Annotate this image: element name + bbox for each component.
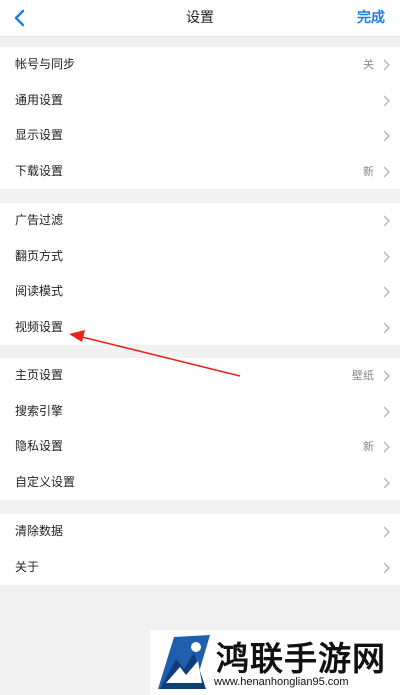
chevron-right-icon [383, 215, 390, 227]
chevron-right-icon [383, 322, 390, 333]
navigation-bar: 设置 完成 [0, 0, 400, 37]
row-label: 自定义设置 [15, 474, 76, 489]
row-label: 隐私设置 [15, 439, 64, 453]
settings-row-homepage[interactable]: 主页设置 壁纸 [0, 358, 400, 394]
settings-row-clear-data[interactable]: 清除数据 [0, 514, 400, 550]
row-value: 壁纸 [352, 369, 374, 382]
settings-row-page-turn[interactable]: 翻页方式 [0, 239, 400, 275]
settings-row-ad-filter[interactable]: 广告过滤 [0, 203, 400, 239]
row-label: 关于 [15, 559, 40, 574]
row-label: 阅读模式 [15, 284, 64, 298]
chevron-right-icon [383, 477, 390, 488]
row-label: 下载设置 [15, 163, 64, 178]
page-title: 设置 [186, 10, 214, 26]
settings-row-privacy[interactable]: 隐私设置 新 [0, 429, 400, 465]
settings-row-display[interactable]: 显示设置 [0, 118, 400, 154]
row-label: 翻页方式 [15, 248, 64, 263]
row-value: 新 [363, 440, 374, 453]
settings-group-2: 广告过滤 翻页方式 阅读模式 视频设置 [0, 203, 400, 345]
row-label: 清除数据 [15, 524, 64, 538]
settings-row-video[interactable]: 视频设置 [0, 310, 400, 346]
row-value: 新 [363, 164, 374, 178]
chevron-right-icon [383, 95, 390, 106]
chevron-right-icon [383, 286, 390, 298]
chevron-right-icon [383, 562, 390, 573]
row-label: 帐号与同步 [15, 57, 76, 71]
chevron-right-icon [383, 370, 390, 382]
row-label: 主页设置 [15, 368, 64, 382]
watermark-domain: www.henanhonglian95.com [214, 676, 349, 688]
row-label: 广告过滤 [15, 213, 64, 227]
settings-row-about[interactable]: 关于 [0, 550, 400, 586]
chevron-right-icon [383, 166, 390, 177]
watermark-name: 鸿联手游网 [216, 639, 386, 678]
watermark: 鸿联手游网 www.henanhonglian95.com [150, 630, 400, 695]
chevron-right-icon [383, 406, 390, 417]
settings-row-reading-mode[interactable]: 阅读模式 [0, 274, 400, 310]
settings-row-custom[interactable]: 自定义设置 [0, 465, 400, 501]
row-label: 视频设置 [15, 319, 64, 334]
done-button[interactable]: 完成 [357, 0, 385, 36]
row-label: 搜索引擎 [15, 403, 64, 418]
chevron-right-icon [383, 441, 390, 453]
settings-group-1: 帐号与同步 关 通用设置 显示设置 下载设置 新 [0, 47, 400, 189]
settings-row-download[interactable]: 下载设置 新 [0, 154, 400, 190]
chevron-right-icon [383, 251, 390, 262]
chevron-right-icon [383, 130, 390, 142]
row-label: 显示设置 [15, 128, 64, 142]
row-value: 关 [363, 58, 374, 71]
site-logo-icon [158, 635, 210, 689]
chevron-right-icon [383, 526, 390, 538]
settings-row-search-engine[interactable]: 搜索引擎 [0, 394, 400, 430]
settings-group-3: 主页设置 壁纸 搜索引擎 隐私设置 新 自定义设置 [0, 358, 400, 500]
settings-row-account-sync[interactable]: 帐号与同步 关 [0, 47, 400, 83]
chevron-right-icon [383, 59, 390, 71]
row-label: 通用设置 [15, 92, 64, 107]
settings-group-4: 清除数据 关于 [0, 514, 400, 585]
settings-row-general[interactable]: 通用设置 [0, 83, 400, 119]
